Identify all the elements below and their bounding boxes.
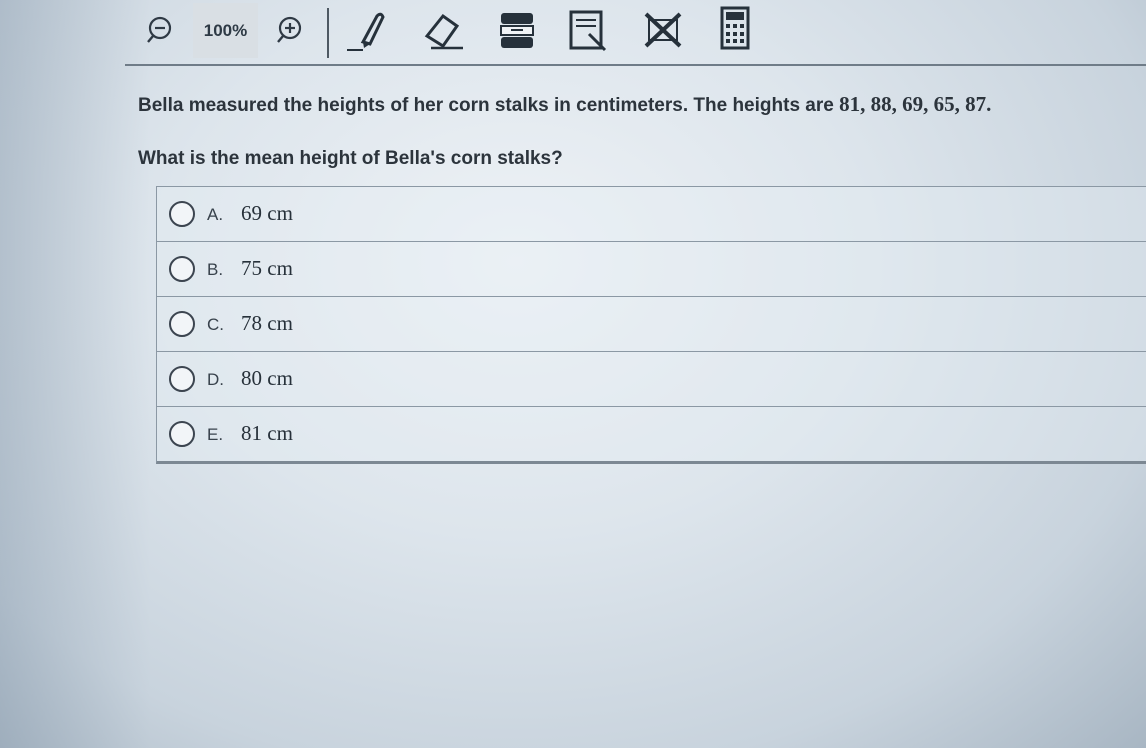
choice-answer: 69 cm (241, 201, 293, 225)
page-edge-shadow (0, 0, 150, 748)
answer-choices: A. 69 cm B. 75 cm C. 78 cm D. 80 cm E. 8… (156, 186, 1146, 464)
answer-choice-b[interactable]: B. 75 cm (157, 242, 1146, 297)
answer-eliminator-button[interactable] (643, 10, 683, 50)
choice-letter: B. (207, 260, 224, 279)
answer-choice-a[interactable]: A. 69 cm (157, 187, 1146, 242)
zoom-in-button[interactable] (275, 15, 305, 45)
zoom-out-icon (147, 16, 172, 43)
choice-letter: C. (207, 315, 224, 334)
radio-button[interactable] (169, 421, 195, 447)
notes-button[interactable] (567, 8, 611, 54)
pencil-icon (347, 12, 385, 51)
zoom-out-button[interactable] (145, 15, 175, 45)
line-reader-icon (500, 13, 534, 48)
toolbar-divider (327, 8, 329, 58)
answer-choice-c[interactable]: C. 78 cm (157, 297, 1146, 352)
eraser-button[interactable] (417, 8, 467, 54)
question-text: Bella measured the heights of her corn s… (138, 95, 840, 116)
choice-answer: 78 cm (241, 311, 293, 335)
choice-letter: E. (207, 425, 224, 444)
choice-answer: 75 cm (241, 256, 293, 280)
choice-answer: 80 cm (241, 366, 293, 390)
question-values: 81, 88, 69, 65, 87. (839, 92, 992, 116)
question-stem: Bella measured the heights of her corn s… (138, 91, 1128, 119)
choice-letter: A. (207, 205, 224, 224)
answer-choice-e[interactable]: E. 81 cm (157, 407, 1146, 461)
calculator-button[interactable] (720, 6, 750, 50)
pencil-button[interactable] (343, 8, 393, 54)
radio-button[interactable] (169, 311, 195, 337)
eraser-icon (424, 13, 463, 50)
zoom-level: 100% (193, 3, 258, 58)
choice-letter: D. (207, 370, 224, 389)
zoom-in-icon (277, 16, 302, 43)
question-prompt: What is the mean height of Bella's corn … (138, 148, 563, 169)
calculator-icon (720, 6, 750, 50)
radio-button[interactable] (169, 366, 195, 392)
radio-button[interactable] (169, 201, 195, 227)
toolbar: 100% (125, 0, 1146, 66)
radio-button[interactable] (169, 256, 195, 282)
notes-icon (569, 10, 607, 52)
answer-choice-d[interactable]: D. 80 cm (157, 352, 1146, 407)
line-reader-button[interactable] (497, 10, 537, 52)
answer-eliminator-icon (644, 12, 682, 48)
choice-answer: 81 cm (241, 421, 293, 445)
